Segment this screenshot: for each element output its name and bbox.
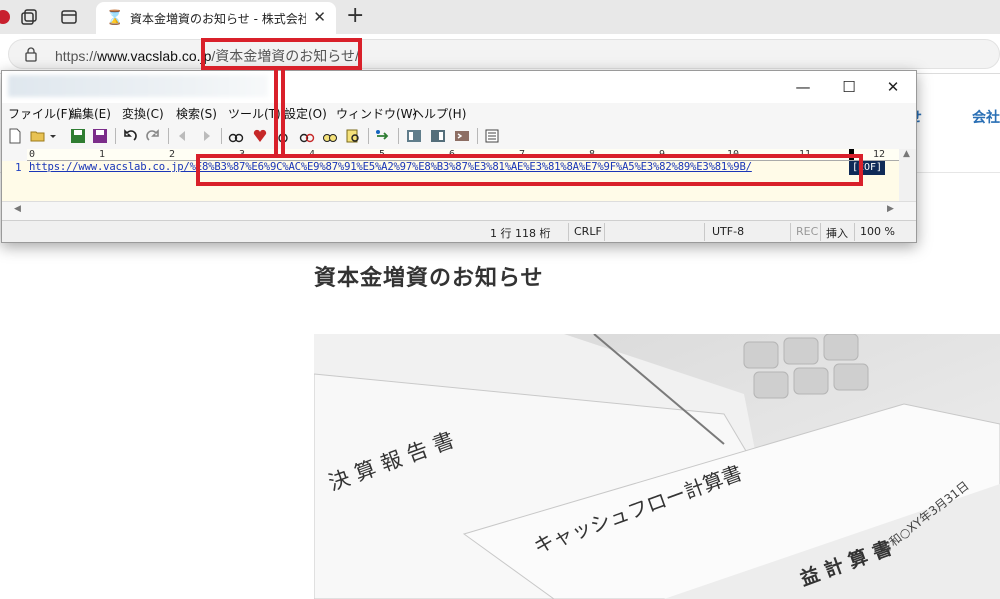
site-nav-item-company[interactable]: 会社 <box>972 107 1000 127</box>
browser-tab-bar: ⌛ 資本金増資のお知らせ - 株式会社ヴ ✕ + <box>0 0 1000 34</box>
line-number: 1 <box>15 161 22 174</box>
menu-search[interactable]: 検索(S) <box>176 105 217 122</box>
encoding-status[interactable]: UTF-8 <box>712 225 744 238</box>
outline-icon[interactable] <box>484 128 500 144</box>
ruler-label: 0 <box>29 149 36 160</box>
ruler-label: 2 <box>169 149 176 160</box>
new-file-icon[interactable] <box>7 128 23 144</box>
scroll-left-arrow-icon[interactable]: ◀ <box>14 204 21 214</box>
highlight-connector <box>274 66 285 158</box>
new-tab-button[interactable]: + <box>346 3 364 28</box>
minimize-button[interactable]: — <box>780 75 826 99</box>
external-command-icon[interactable] <box>454 128 470 144</box>
toolbar-separator <box>477 128 478 144</box>
horizontal-scrollbar[interactable]: ◀ ▶ <box>2 201 916 218</box>
macro-run-icon[interactable] <box>430 128 446 144</box>
menu-window[interactable]: ウィンドウ(W) <box>336 105 417 122</box>
toolbar-separator <box>398 128 399 144</box>
vertical-scrollbar[interactable]: ▲ <box>899 149 916 201</box>
vertical-tabs-icon[interactable] <box>58 6 80 28</box>
editor-toolbar <box>2 124 916 148</box>
save-all-icon[interactable] <box>92 128 108 144</box>
line-number-gutter: 1 <box>2 161 27 201</box>
encoded-url-highlight <box>196 154 863 186</box>
insert-mode-status[interactable]: 挿入 <box>826 225 848 241</box>
toolbar-separator <box>368 128 369 144</box>
line-ending-status[interactable]: CRLF <box>574 225 602 238</box>
scroll-right-arrow-icon[interactable]: ▶ <box>887 204 894 214</box>
status-separator <box>604 223 605 241</box>
status-separator <box>790 223 791 241</box>
jump-back-icon[interactable] <box>175 128 191 144</box>
ruler-label: 12 <box>873 149 886 160</box>
address-bar: https://www.vacslab.co.jp/資本金増資のお知らせ/ <box>0 34 1000 74</box>
menu-convert[interactable]: 変換(C) <box>122 105 164 122</box>
editor-status-bar: 1 行 118 桁 CRLF UTF-8 REC 挿入 100 % <box>2 220 916 242</box>
toolbar-separator <box>221 128 222 144</box>
menu-tools[interactable]: ツール(T) <box>228 105 281 122</box>
open-dropdown-icon[interactable] <box>48 128 58 144</box>
scroll-up-arrow-icon[interactable]: ▲ <box>903 149 910 159</box>
undo-icon[interactable] <box>122 128 138 144</box>
tab-close-icon[interactable]: ✕ <box>313 8 326 26</box>
zoom-status[interactable]: 100 % <box>860 225 895 238</box>
maximize-button[interactable]: ☐ <box>826 75 872 99</box>
loading-hourglass-icon: ⌛ <box>106 10 124 26</box>
status-separator <box>568 223 569 241</box>
menu-file[interactable]: ファイル(F) <box>8 105 72 122</box>
save-icon[interactable] <box>70 128 86 144</box>
macro-record-icon[interactable] <box>406 128 422 144</box>
tab-title: 資本金増資のお知らせ - 株式会社ヴ <box>130 12 306 26</box>
search-icon[interactable] <box>228 128 244 144</box>
status-separator <box>820 223 821 241</box>
tag-jump-icon[interactable] <box>375 128 391 144</box>
lock-icon[interactable] <box>23 46 39 62</box>
search-prev-icon[interactable] <box>252 128 268 144</box>
toolbar-separator <box>115 128 116 144</box>
hero-photo: 決 算 報 告 書 キャッシュフロー計算書 益 計 算 書 令和○XY年3月31… <box>314 334 1000 599</box>
workspaces-icon[interactable] <box>18 6 40 28</box>
ruler-label: 1 <box>99 149 106 160</box>
profile-icon[interactable] <box>0 6 14 28</box>
redo-icon[interactable] <box>145 128 161 144</box>
menu-help[interactable]: ヘルプ(H) <box>412 105 466 122</box>
close-button[interactable]: ✕ <box>870 75 916 99</box>
active-tab[interactable]: ⌛ 資本金増資のお知らせ - 株式会社ヴ ✕ <box>96 2 336 34</box>
blurred-window-title <box>8 75 268 97</box>
jump-forward-icon[interactable] <box>198 128 214 144</box>
highlight-search-icon[interactable] <box>322 128 338 144</box>
status-separator <box>854 223 855 241</box>
grep-icon[interactable] <box>345 128 361 144</box>
open-folder-icon[interactable] <box>30 128 46 144</box>
macro-rec-status: REC <box>796 225 819 238</box>
url-input[interactable]: https://www.vacslab.co.jp/資本金増資のお知らせ/ <box>8 39 1000 69</box>
editor-menu-bar: ファイル(F) 編集(E) 変換(C) 検索(S) ツール(T) 設定(O) ウ… <box>2 103 916 123</box>
page-title: 資本金増資のお知らせ <box>314 266 544 291</box>
status-separator <box>704 223 705 241</box>
replace-icon[interactable] <box>299 128 315 144</box>
menu-edit[interactable]: 編集(E) <box>70 105 111 122</box>
editor-title-bar[interactable]: — ☐ ✕ <box>2 71 916 103</box>
toolbar-separator <box>168 128 169 144</box>
menu-settings[interactable]: 設定(O) <box>284 105 327 122</box>
cursor-position: 1 行 118 桁 <box>490 227 551 240</box>
